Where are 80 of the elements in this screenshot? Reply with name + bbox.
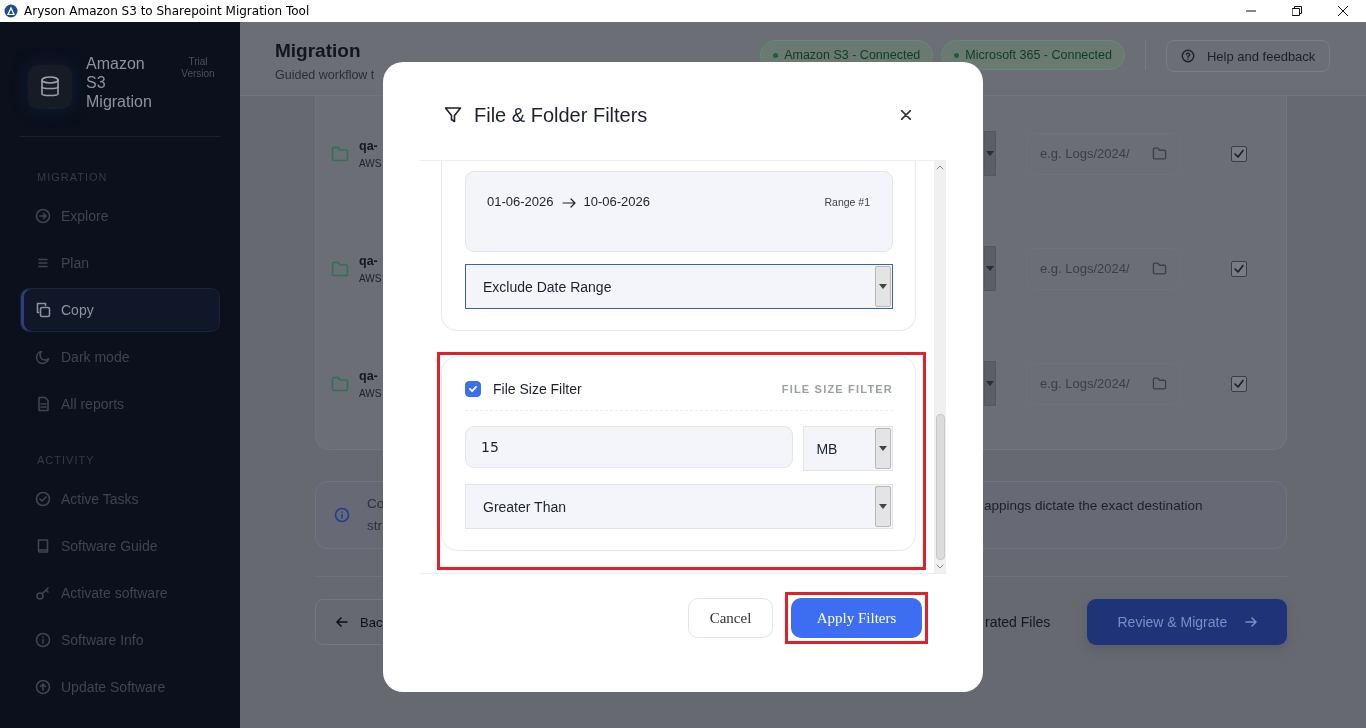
database-icon: [39, 75, 61, 99]
date-mode-dropdown[interactable]: Exclude Date Range: [465, 264, 893, 309]
help-icon: [1180, 49, 1195, 63]
restore-icon: [1292, 6, 1302, 16]
arrow-left-icon: [336, 617, 348, 627]
folder-icon: [331, 145, 349, 162]
help-button[interactable]: Help and feedback: [1165, 40, 1331, 72]
checkbox[interactable]: [1231, 145, 1247, 162]
book-icon: [35, 538, 51, 554]
checkbox[interactable]: [465, 381, 481, 397]
arrow-circle-icon: [35, 208, 51, 224]
folder-icon: [1152, 262, 1167, 275]
scrollbar[interactable]: [934, 161, 946, 573]
bucket-name: qa-: [359, 253, 379, 268]
notice-text: appings dictate the exact destination: [984, 498, 1203, 513]
check-icon: [1233, 377, 1245, 390]
caret-icon: [879, 284, 887, 289]
caret-icon: [879, 504, 887, 509]
scroll-thumb[interactable]: [935, 414, 945, 560]
folder-icon: [1152, 377, 1167, 390]
unit-dropdown[interactable]: MB: [803, 426, 893, 471]
bucket-source: AWS: [359, 387, 382, 399]
caret-icon: [879, 446, 887, 451]
comparison-dropdown[interactable]: Greater Than: [465, 484, 893, 529]
check-icon: [1233, 262, 1245, 275]
folder-icon: [331, 375, 349, 392]
filter-label: File Size Filter: [493, 381, 583, 397]
page-subtitle: Guided workflow t: [275, 68, 375, 82]
close-icon: [901, 110, 911, 120]
arrow-right-icon: [1245, 617, 1258, 627]
key-icon: [35, 585, 51, 601]
checkbox[interactable]: [1231, 375, 1247, 392]
scroll-up-icon: [936, 165, 944, 170]
info-icon: [334, 507, 350, 523]
copy-icon: [35, 302, 51, 318]
folder-icon: [331, 260, 349, 277]
bucket-source: AWS: [359, 272, 382, 284]
apply-button[interactable]: Apply Filters: [791, 598, 922, 638]
dialog-title: File & Folder Filters: [474, 103, 649, 127]
folder-icon: [1152, 147, 1167, 160]
notice-text: str: [367, 517, 382, 535]
section-tag: FILE SIZE FILTER: [781, 383, 893, 395]
arrow-right-icon: [561, 197, 576, 208]
end-date: 10-06-2026: [583, 194, 650, 209]
start-date: 01-06-2026: [487, 194, 554, 209]
review-migrate-button[interactable]: Review & Migrate: [1087, 599, 1288, 645]
status-dot: [773, 52, 779, 58]
bucket-source: AWS: [359, 157, 382, 169]
checkbox[interactable]: [1231, 260, 1247, 277]
range-label: Range #1: [824, 196, 870, 208]
status-dot: [954, 52, 960, 58]
scroll-down-icon: [936, 564, 944, 569]
cancel-button[interactable]: Cancel: [688, 598, 773, 638]
check-icon: [468, 384, 478, 394]
filter-icon: [444, 106, 462, 124]
moon-icon: [35, 349, 51, 365]
files-link[interactable]: rated Files: [985, 614, 1051, 630]
caret-icon: [986, 151, 994, 156]
size-field[interactable]: 15: [465, 426, 794, 468]
check-circle-icon: [35, 491, 51, 507]
app-name: Amazon S3 Migration: [86, 54, 153, 111]
connection-status: Microsoft 365 - Connected: [941, 40, 1125, 70]
bucket-name: qa-: [359, 138, 379, 153]
close-button[interactable]: [899, 108, 913, 122]
dropdown[interactable]: [984, 246, 996, 291]
caret-icon: [986, 266, 994, 271]
page-title: Migration: [275, 40, 362, 62]
window-title: Aryson Amazon S3 to Sharepoint Migration Tool: [24, 4, 311, 18]
app-logo-icon: [4, 4, 18, 18]
close-icon: [1338, 6, 1348, 16]
upload-icon: [35, 679, 51, 695]
dropdown[interactable]: [984, 361, 996, 406]
info-icon: [35, 632, 51, 648]
sidebar-item[interactable]: Copy: [20, 288, 220, 332]
version-label: Trial Version: [180, 56, 216, 80]
caret-icon: [986, 381, 994, 386]
dropdown[interactable]: [984, 131, 996, 176]
document-icon: [35, 396, 51, 412]
check-icon: [1233, 147, 1245, 160]
bucket-name: qa-: [359, 368, 379, 383]
